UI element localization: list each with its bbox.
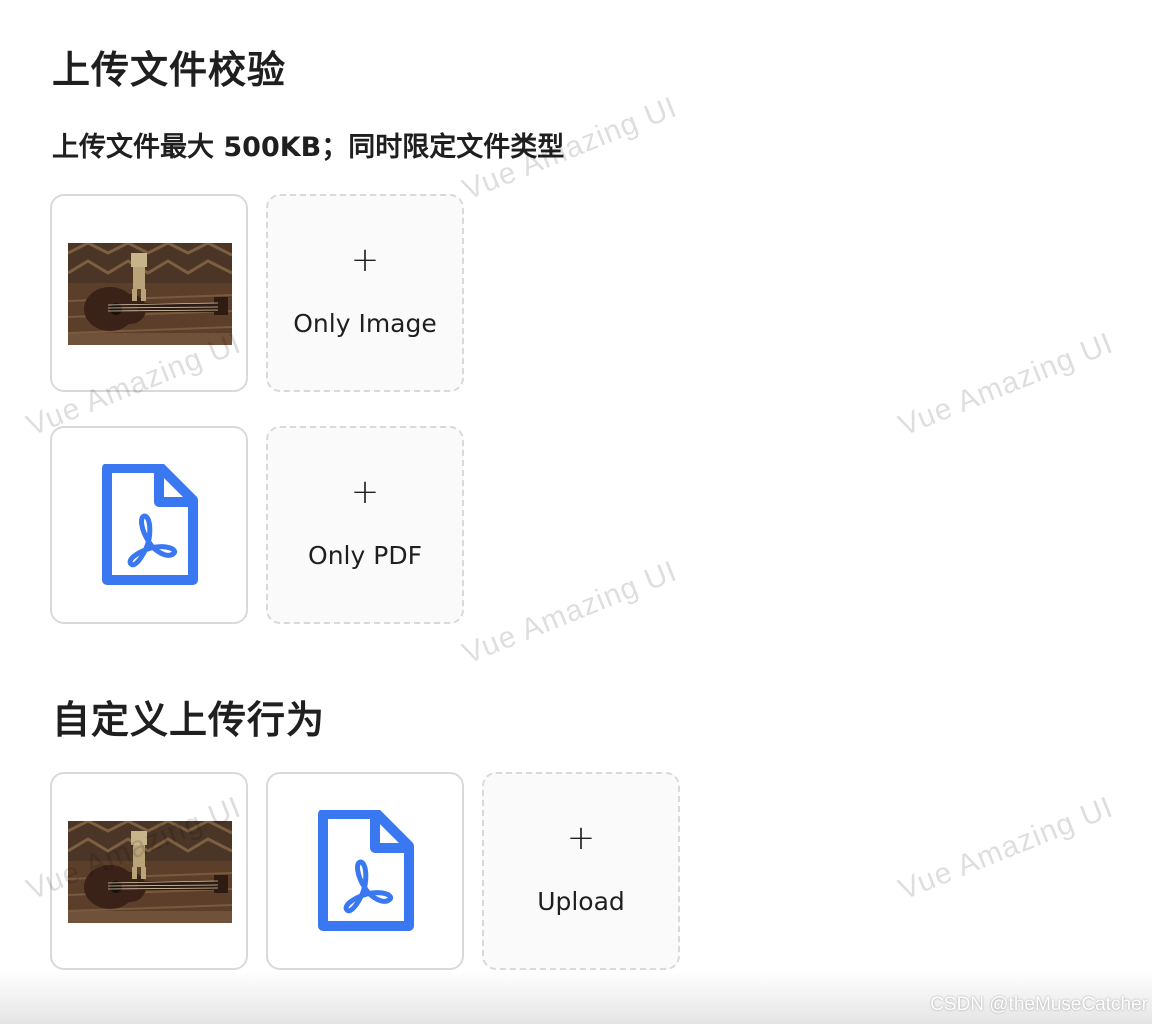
pdf-file-icon [318,810,414,931]
plus-icon: + [350,472,380,512]
upload-button[interactable]: + Upload [482,772,680,970]
pdf-file-icon [102,464,198,585]
plus-icon: + [350,240,380,280]
watermark: Vue Amazing UI [894,790,1118,907]
upload-pdf-only-button[interactable]: + Only PDF [266,426,464,624]
uploaded-image-card[interactable] [50,194,248,392]
section-subtitle-validation: 上传文件最大 500KB；同时限定文件类型 [52,132,565,163]
ukulele-image-thumbnail [68,243,232,345]
upload-image-only-button[interactable]: + Only Image [266,194,464,392]
watermark: Vue Amazing UI [894,326,1118,443]
upload-trigger-label: Upload [537,887,625,916]
ukulele-image-thumbnail [68,821,232,923]
footer-credit: CSDN @theMuseCatcher [930,994,1148,1015]
uploaded-pdf-card[interactable] [50,426,248,624]
page: 上传文件校验 上传文件最大 500KB；同时限定文件类型 + Only Imag… [0,0,1152,1024]
watermark: Vue Amazing UI [458,554,682,671]
plus-icon: + [566,818,596,858]
section-title-validation: 上传文件校验 [52,48,287,92]
uploaded-pdf-card[interactable] [266,772,464,970]
section-title-custom-upload: 自定义上传行为 [52,698,326,742]
upload-trigger-label: Only PDF [308,541,422,570]
upload-trigger-label: Only Image [293,309,437,338]
uploaded-image-card[interactable] [50,772,248,970]
